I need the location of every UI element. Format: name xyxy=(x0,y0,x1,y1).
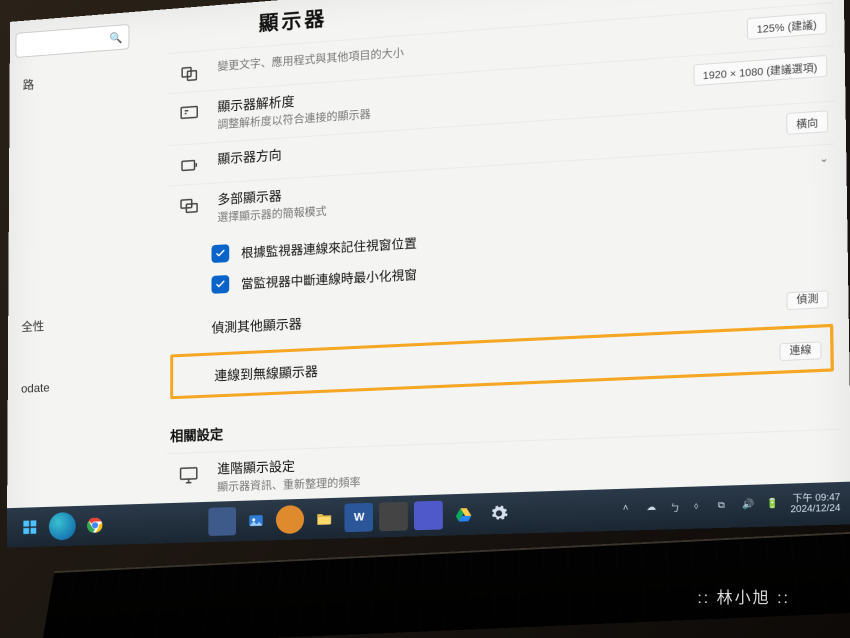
edge-icon[interactable] xyxy=(49,512,76,541)
taskbar-app-icon[interactable] xyxy=(209,507,237,536)
tray-battery-icon[interactable]: 🔋 xyxy=(766,498,782,513)
sidebar-item[interactable]: odate xyxy=(8,370,152,402)
word-icon[interactable]: W xyxy=(345,503,374,532)
orientation-icon xyxy=(178,153,199,176)
scale-icon xyxy=(179,61,200,84)
tray-language-icon[interactable]: ㄅ xyxy=(670,501,685,516)
checkbox-label: 根據監視器連線來記住視窗位置 xyxy=(241,233,417,262)
setting-title: 偵測其他顯示器 xyxy=(211,313,301,336)
tray-onedrive-icon[interactable]: ☁ xyxy=(646,501,661,516)
setting-title: 連線到無線顯示器 xyxy=(214,361,318,385)
taskbar-clock[interactable]: 下午 09:47 2024/12/24 xyxy=(790,493,840,516)
scale-value-dropdown[interactable]: 125% (建議) xyxy=(747,12,827,40)
checkbox-label: 當監視器中斷連線時最小化視窗 xyxy=(241,264,417,292)
tray-volume-icon[interactable]: 🔊 xyxy=(742,498,758,513)
settings-main: 顯示器 變更文字、應用程式與其他項目的大小 125% (建議) 顯示器解析度 調… xyxy=(156,0,850,503)
tray-chevron-icon[interactable]: ˄ xyxy=(623,502,638,517)
multiple-displays-icon xyxy=(178,194,200,217)
sidebar-item[interactable]: 路 xyxy=(10,61,153,100)
tray-wifi-icon[interactable]: ⧉ xyxy=(718,499,733,514)
orientation-value-dropdown[interactable]: 橫向 xyxy=(786,110,828,135)
start-button[interactable] xyxy=(16,513,43,541)
chrome-icon[interactable] xyxy=(81,511,108,540)
teams-icon[interactable] xyxy=(414,501,443,531)
checkbox-checked-icon[interactable] xyxy=(211,275,229,294)
sidebar-item[interactable]: 全性 xyxy=(8,306,152,342)
clock-date: 2024/12/24 xyxy=(790,503,840,515)
taskbar-app-icon[interactable] xyxy=(380,502,409,532)
monitor-icon xyxy=(178,463,200,486)
taskbar-photos-icon[interactable] xyxy=(242,506,270,535)
resolution-icon xyxy=(178,102,199,125)
search-input[interactable]: 🔍 xyxy=(15,24,129,58)
resolution-value-dropdown[interactable]: 1920 × 1080 (建議選項) xyxy=(693,55,827,86)
settings-icon[interactable] xyxy=(485,498,514,528)
search-icon: 🔍 xyxy=(110,31,123,45)
chevron-down-icon: ⌄ xyxy=(819,153,828,165)
file-explorer-icon[interactable] xyxy=(311,504,339,533)
checkbox-checked-icon[interactable] xyxy=(212,244,230,263)
detect-button[interactable]: 偵測 xyxy=(786,290,828,310)
taskbar-app-icon[interactable] xyxy=(276,505,304,534)
settings-sidebar: 🔍 路 全性 odate xyxy=(7,10,152,508)
drive-icon[interactable] xyxy=(449,500,478,530)
watermark-text: :: 林小旭 :: xyxy=(697,584,790,608)
tray-nearby-icon[interactable]: ⬨ xyxy=(694,500,709,515)
laptop-screen: 🔍 路 全性 odate 顯示器 變更文字、應用程式與其他項目的大小 125% … xyxy=(7,0,850,548)
connect-button[interactable]: 連線 xyxy=(779,341,821,361)
